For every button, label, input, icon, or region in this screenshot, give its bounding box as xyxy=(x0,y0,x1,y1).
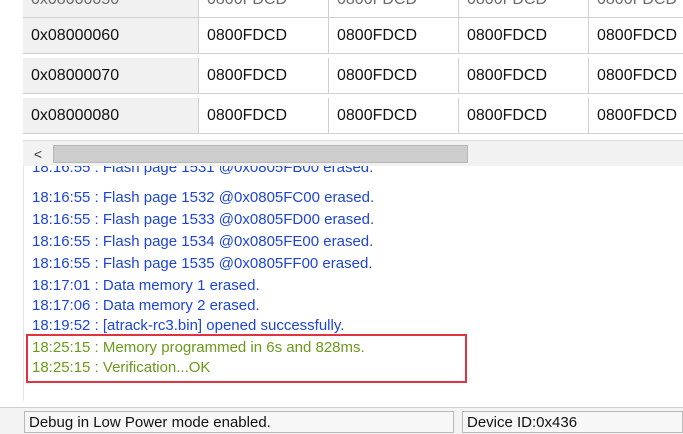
highlight-box xyxy=(26,334,467,383)
table-row: 0x08000050 0800FDCD 0800FDCD 0800FDCD 08… xyxy=(23,0,683,18)
status-bar: Debug in Low Power mode enabled. Device … xyxy=(0,407,683,434)
address-cell[interactable]: 0x08000060 xyxy=(23,18,199,54)
address-cell[interactable]: 0x08000050 xyxy=(23,0,199,18)
log-line: 18:19:52 : [atrack-rc3.bin] opened succe… xyxy=(32,317,345,334)
log-line: 18:16:55 : Flash page 1535 @0x0805FF00 e… xyxy=(32,255,373,272)
status-debug-mode: Debug in Low Power mode enabled. xyxy=(24,411,454,433)
value-cell[interactable]: 0800FDCD xyxy=(459,58,589,94)
log-line: 18:17:06 : Data memory 2 erased. xyxy=(32,297,260,314)
value-cell[interactable]: 0800FDCD xyxy=(589,0,683,18)
value-cell[interactable]: 0800FDCD xyxy=(459,0,589,18)
value-cell[interactable]: 0800FDCD xyxy=(329,58,459,94)
value-cell[interactable]: 0800FDCD xyxy=(329,98,459,134)
log-line: 18:16:55 : Flash page 1532 @0x0805FC00 e… xyxy=(32,189,375,206)
table-row: 0x08000060 0800FDCD 0800FDCD 0800FDCD 08… xyxy=(23,18,683,54)
log-line: 18:16:55 : Flash page 1534 @0x0805FE00 e… xyxy=(32,233,374,250)
scrollbar-thumb[interactable] xyxy=(53,145,468,163)
address-cell[interactable]: 0x08000080 xyxy=(23,98,199,134)
app-window: 0x08000050 0800FDCD 0800FDCD 0800FDCD 08… xyxy=(0,0,683,434)
address-cell[interactable]: 0x08000070 xyxy=(23,58,199,94)
log-line: 18:17:01 : Data memory 1 erased. xyxy=(32,277,260,294)
memory-grid: 0x08000050 0800FDCD 0800FDCD 0800FDCD 08… xyxy=(23,0,683,138)
value-cell[interactable]: 0800FDCD xyxy=(589,98,683,134)
value-cell[interactable]: 0800FDCD xyxy=(199,58,329,94)
scroll-left-arrow-icon[interactable]: < xyxy=(29,144,47,164)
value-cell[interactable]: 0800FDCD xyxy=(329,0,459,18)
table-row: 0x08000080 0800FDCD 0800FDCD 0800FDCD 08… xyxy=(23,98,683,134)
table-row: 0x08000070 0800FDCD 0800FDCD 0800FDCD 08… xyxy=(23,58,683,94)
value-cell[interactable]: 0800FDCD xyxy=(589,18,683,54)
value-cell[interactable]: 0800FDCD xyxy=(459,98,589,134)
log-line: 18:16:55 : Flash page 1531 @0x0805FB00 e… xyxy=(32,166,374,176)
horizontal-scrollbar[interactable]: < xyxy=(23,140,683,168)
value-cell[interactable]: 0800FDCD xyxy=(199,18,329,54)
value-cell[interactable]: 0800FDCD xyxy=(459,18,589,54)
value-cell[interactable]: 0800FDCD xyxy=(589,58,683,94)
status-device-id: Device ID:0x436 xyxy=(462,411,683,433)
value-cell[interactable]: 0800FDCD xyxy=(199,0,329,18)
value-cell[interactable]: 0800FDCD xyxy=(199,98,329,134)
value-cell[interactable]: 0800FDCD xyxy=(329,18,459,54)
log-line: 18:16:55 : Flash page 1533 @0x0805FD00 e… xyxy=(32,211,375,228)
